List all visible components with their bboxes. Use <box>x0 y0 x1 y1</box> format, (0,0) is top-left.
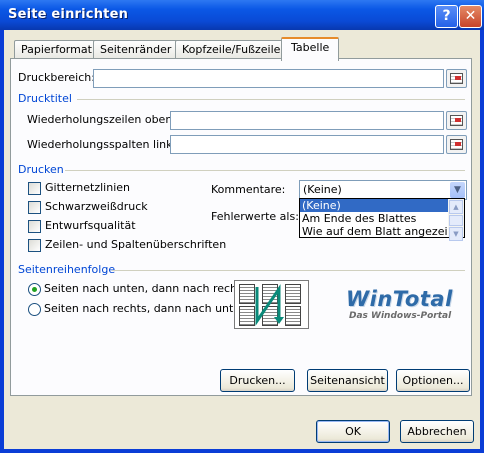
dropdown-scrollbar[interactable]: ▲ ▼ <box>448 199 464 241</box>
print-titles-heading: Drucktitel <box>18 92 72 105</box>
draft-quality-label[interactable]: Entwurfsqualität <box>45 219 136 232</box>
tab-seitenraender[interactable]: Seitenränder <box>93 40 179 59</box>
repeat-cols-label: Wiederholungsspalten links: <box>27 138 182 151</box>
ok-button[interactable]: OK <box>316 420 390 443</box>
watermark-tagline: Das Windows-Portal <box>349 311 452 321</box>
title-bar[interactable]: Seite einrichten ? ✕ <box>0 0 484 30</box>
order-over-then-down-label[interactable]: Seiten nach rechts, dann nach unten <box>44 302 247 315</box>
help-button[interactable]: ? <box>435 5 458 28</box>
print-area-input[interactable] <box>93 69 444 88</box>
comments-option[interactable]: (Keine) <box>300 199 464 212</box>
order-over-then-down-radio[interactable] <box>28 303 41 316</box>
repeat-rows-input[interactable] <box>170 111 444 130</box>
comments-option[interactable]: Am Ende des Blattes <box>300 212 464 225</box>
print-area-label: Druckbereich: <box>18 71 95 84</box>
cancel-button[interactable]: Abbrechen <box>400 420 474 443</box>
page-order-arrow-icon <box>255 284 284 326</box>
print-button[interactable]: Drucken... <box>220 369 295 392</box>
dialog-body: Papierformat Seitenränder Kopfzeile/Fußz… <box>4 30 480 449</box>
chevron-down-icon[interactable]: ▼ <box>450 182 465 198</box>
repeat-cols-picker-button[interactable] <box>446 135 467 154</box>
dialog-window: Seite einrichten ? ✕ Papierformat Seiten… <box>0 0 484 453</box>
headings-label[interactable]: Zeilen- und Spaltenüberschriften <box>45 238 226 251</box>
order-down-then-over-label[interactable]: Seiten nach unten, dann nach rechts <box>44 282 247 295</box>
page-order-divider <box>112 270 465 271</box>
print-options-divider <box>65 170 465 171</box>
comments-dropdown-list[interactable]: (Keine) Am Ende des Blattes Wie auf dem … <box>299 198 465 241</box>
wintotal-watermark: WinTotal Das Windows-Portal <box>346 287 453 321</box>
tab-panel-tabelle: Druckbereich: Drucktitel Wiederholungsze… <box>10 58 472 396</box>
error-values-label: Fehlerwerte als: <box>211 210 299 223</box>
order-down-then-over-radio[interactable] <box>28 283 41 296</box>
options-button[interactable]: Optionen... <box>396 369 470 392</box>
comments-select[interactable]: (Keine) ▼ <box>299 180 467 200</box>
comments-option[interactable]: Wie auf dem Blatt angezeigt <box>300 225 464 238</box>
blackwhite-label[interactable]: Schwarzweißdruck <box>45 200 148 213</box>
comments-selected-value: (Keine) <box>303 183 342 196</box>
gridlines-label[interactable]: Gitternetzlinien <box>45 181 130 194</box>
repeat-rows-label: Wiederholungszeilen oben: <box>27 113 176 126</box>
draft-quality-checkbox[interactable] <box>28 220 41 233</box>
print-preview-button[interactable]: Seitenansicht <box>307 369 388 392</box>
watermark-brand: WinTotal <box>346 287 453 311</box>
gridlines-checkbox[interactable] <box>28 182 41 195</box>
headings-checkbox[interactable] <box>28 239 41 252</box>
repeat-rows-picker-button[interactable] <box>446 111 467 130</box>
repeat-cols-input[interactable] <box>170 135 444 154</box>
close-button[interactable]: ✕ <box>459 5 482 28</box>
dialog-title: Seite einrichten <box>8 7 129 22</box>
print-options-heading: Drucken <box>18 163 64 176</box>
page-order-heading: Seitenreihenfolge <box>18 263 116 276</box>
print-titles-divider <box>77 99 465 100</box>
help-icon: ? <box>442 8 451 24</box>
page-order-preview <box>234 280 309 329</box>
tab-kopfzeile-fusszeile[interactable]: Kopfzeile/Fußzeile <box>175 40 288 59</box>
print-area-picker-button[interactable] <box>446 69 467 88</box>
tab-tabelle[interactable]: Tabelle <box>281 37 340 61</box>
close-icon: ✕ <box>464 8 477 24</box>
tab-papierformat[interactable]: Papierformat <box>14 40 99 59</box>
comments-label: Kommentare: <box>211 183 286 196</box>
blackwhite-checkbox[interactable] <box>28 201 41 214</box>
